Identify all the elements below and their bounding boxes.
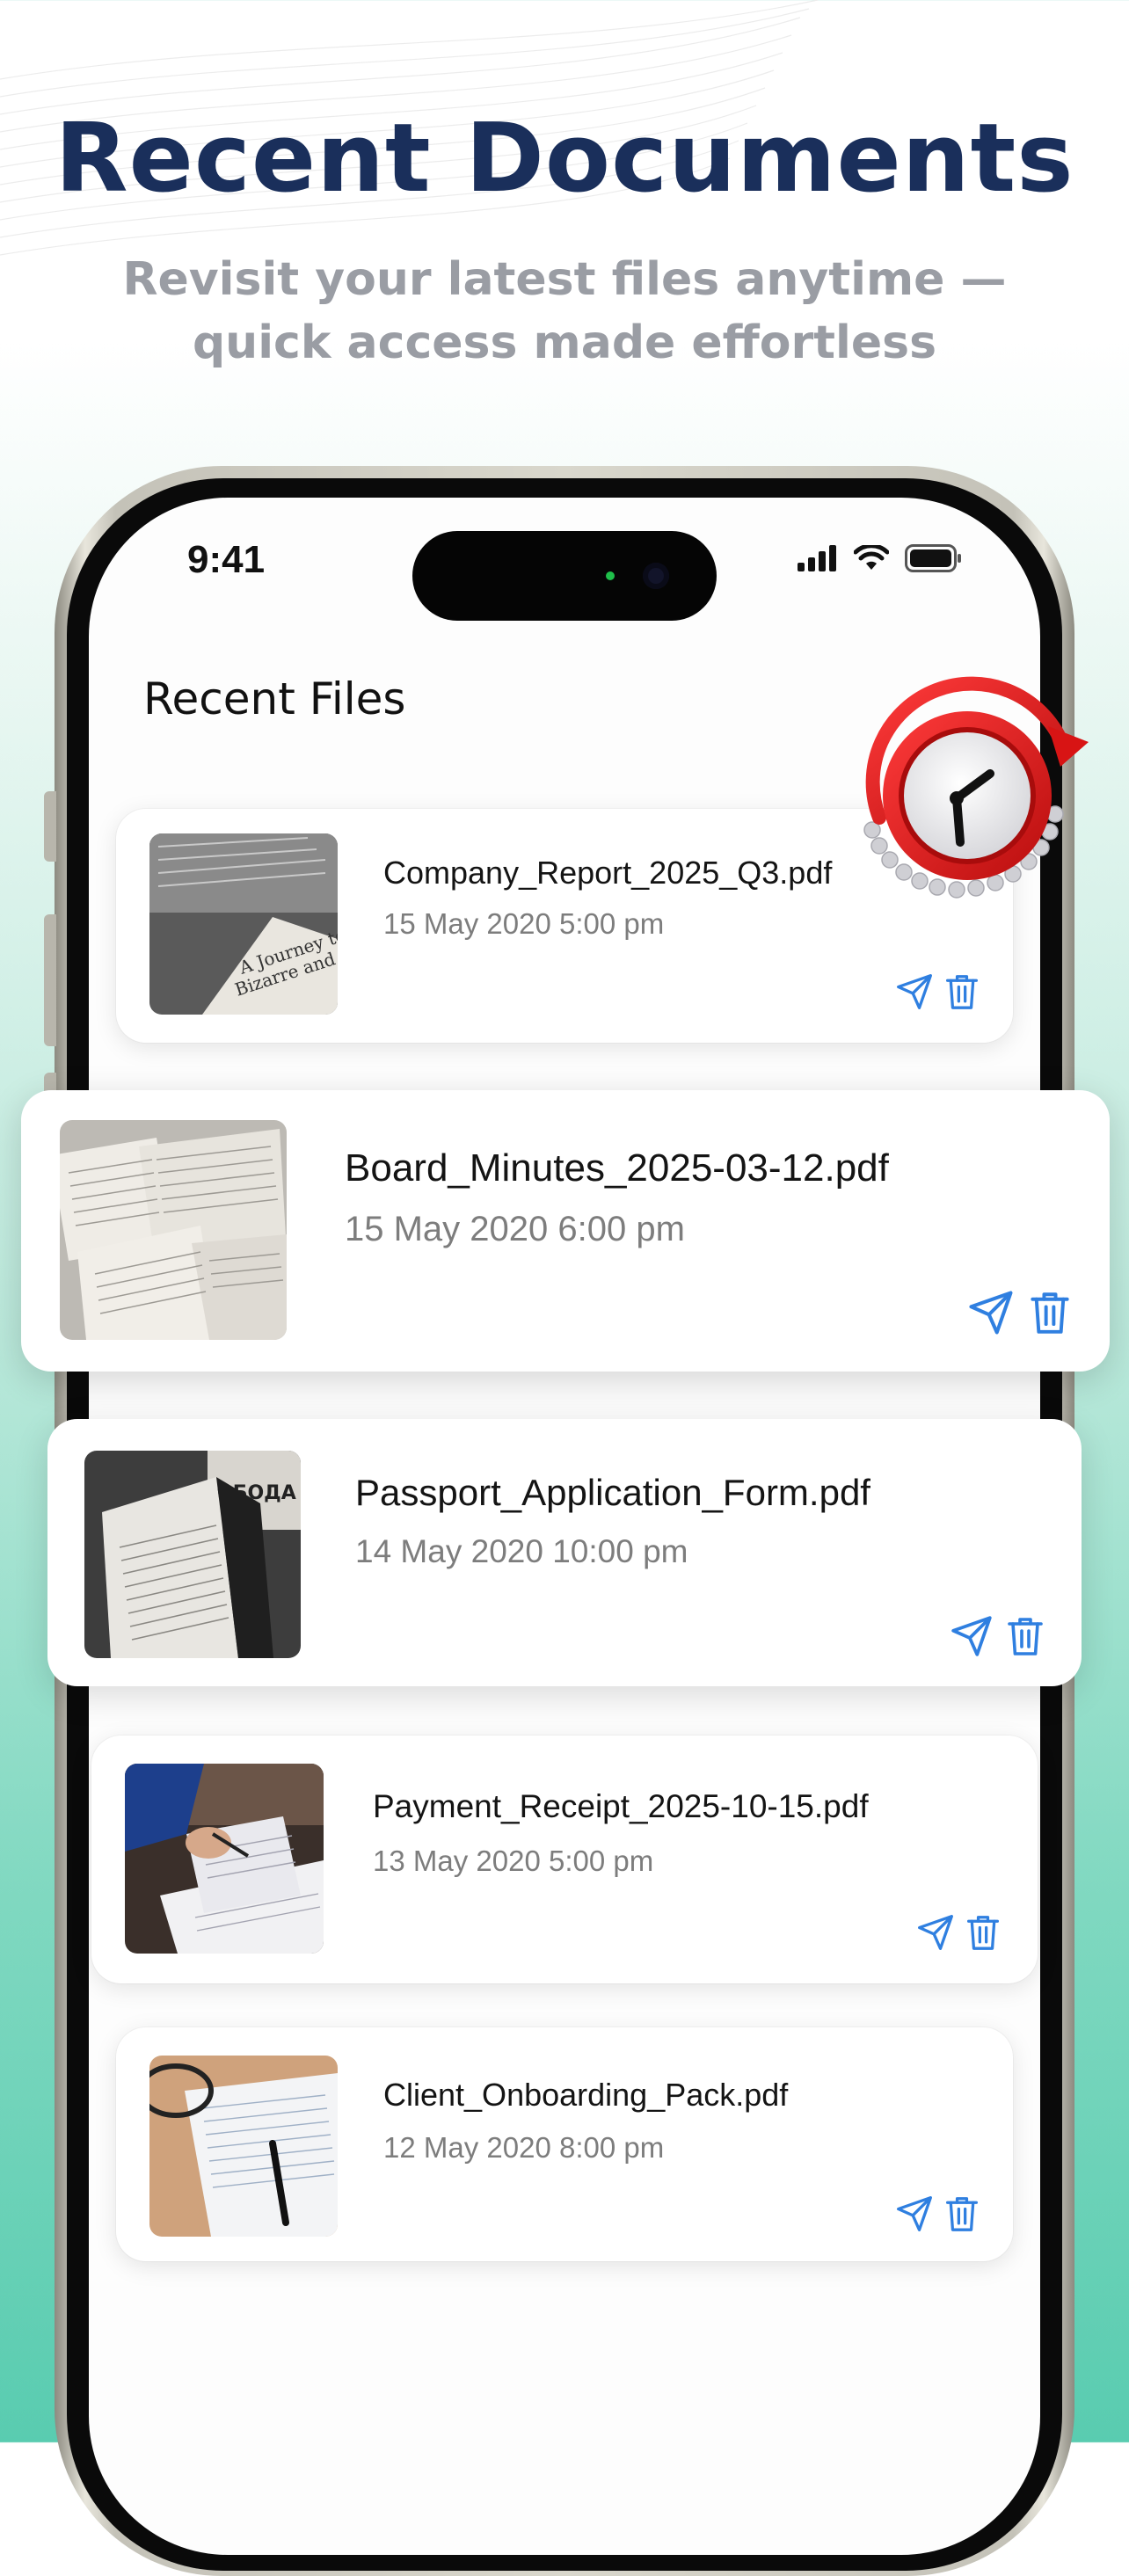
file-name: Board_Minutes_2025-03-12.pdf bbox=[345, 1146, 889, 1190]
file-actions bbox=[950, 1614, 1045, 1658]
clock-icon bbox=[863, 676, 1089, 899]
hero-title: Recent Documents bbox=[55, 104, 1074, 214]
side-button-volume-up bbox=[44, 914, 56, 1046]
file-card[interactable]: ОБОДА Passport_Application_Form.pdf 14 M… bbox=[47, 1419, 1082, 1686]
front-camera bbox=[643, 563, 669, 589]
file-thumbnail bbox=[149, 2056, 338, 2237]
file-name: Passport_Application_Form.pdf bbox=[355, 1472, 870, 1513]
hero-subtitle: Revisit your latest files anytime — quic… bbox=[0, 248, 1129, 375]
send-icon[interactable] bbox=[895, 2194, 934, 2233]
file-thumbnail bbox=[60, 1120, 287, 1340]
file-thumbnail: A Journey to Bizarre and M bbox=[149, 833, 338, 1015]
dynamic-island bbox=[412, 531, 717, 621]
file-actions bbox=[916, 1913, 1001, 1952]
status-icons bbox=[798, 543, 963, 573]
file-date: 15 May 2020 6:00 pm bbox=[345, 1210, 685, 1248]
send-icon[interactable] bbox=[916, 1913, 955, 1952]
trash-icon[interactable] bbox=[1029, 1289, 1071, 1336]
file-date: 13 May 2020 5:00 pm bbox=[373, 1845, 654, 1877]
trash-icon[interactable] bbox=[1006, 1614, 1045, 1658]
trash-icon[interactable] bbox=[944, 2194, 980, 2233]
side-button-action bbox=[44, 791, 56, 862]
file-card[interactable]: Board_Minutes_2025-03-12.pdf 15 May 2020… bbox=[21, 1090, 1110, 1372]
trash-icon[interactable] bbox=[965, 1913, 1001, 1952]
file-name: Payment_Receipt_2025-10-15.pdf bbox=[373, 1788, 869, 1824]
file-actions bbox=[895, 972, 980, 1011]
file-date: 12 May 2020 8:00 pm bbox=[383, 2131, 665, 2164]
wifi-icon bbox=[854, 545, 889, 570]
file-actions bbox=[895, 2194, 980, 2233]
hero-subtitle-line-2: quick access made effortless bbox=[192, 317, 937, 369]
file-thumbnail bbox=[125, 1764, 324, 1954]
file-card[interactable]: Client_Onboarding_Pack.pdf 12 May 2020 8… bbox=[116, 2027, 1013, 2261]
file-thumbnail: ОБОДА bbox=[84, 1451, 301, 1658]
signal-icon bbox=[798, 545, 836, 571]
file-actions bbox=[967, 1289, 1071, 1336]
send-icon[interactable] bbox=[950, 1614, 994, 1658]
battery-icon bbox=[905, 544, 961, 572]
file-date: 14 May 2020 10:00 pm bbox=[355, 1533, 688, 1569]
send-icon[interactable] bbox=[895, 972, 934, 1011]
status-time: 9:41 bbox=[187, 538, 266, 581]
hero-subtitle-line-1: Revisit your latest files anytime — bbox=[122, 253, 1007, 306]
send-icon[interactable] bbox=[967, 1289, 1015, 1336]
trash-icon[interactable] bbox=[944, 972, 980, 1011]
file-name: Company_Report_2025_Q3.pdf bbox=[383, 855, 833, 891]
file-date: 15 May 2020 5:00 pm bbox=[383, 907, 665, 940]
file-card[interactable]: Payment_Receipt_2025-10-15.pdf 13 May 20… bbox=[91, 1736, 1038, 1983]
camera-indicator-dot bbox=[606, 571, 615, 580]
screen-title: Recent Files bbox=[143, 673, 406, 724]
file-name: Client_Onboarding_Pack.pdf bbox=[383, 2077, 789, 2113]
